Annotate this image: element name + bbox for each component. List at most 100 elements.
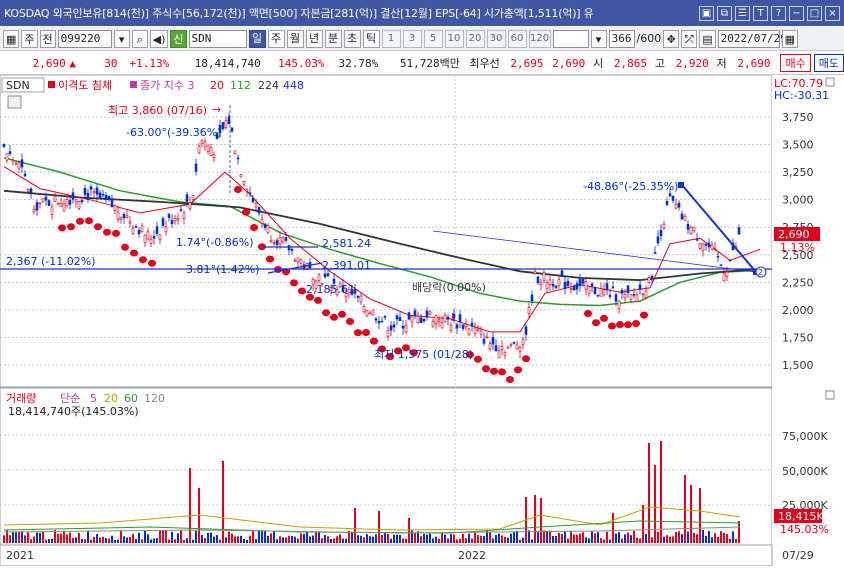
oversold-marker bbox=[632, 320, 640, 327]
period-second[interactable]: 초 bbox=[343, 29, 361, 48]
volume-bar bbox=[135, 538, 137, 543]
interval-60[interactable]: 60 bbox=[507, 29, 527, 48]
price-axis-label: 3,750 bbox=[782, 111, 814, 124]
prev-stock-button[interactable]: 전 bbox=[39, 29, 56, 48]
candle-body bbox=[635, 294, 639, 302]
interval-custom-input[interactable] bbox=[552, 29, 589, 48]
volume-bar bbox=[399, 535, 401, 543]
volume-bar bbox=[216, 535, 218, 543]
volume-bar bbox=[723, 532, 725, 543]
period-tick[interactable]: 틱 bbox=[362, 29, 380, 48]
volume-bar bbox=[210, 532, 212, 543]
left-level-annotation: 2,367 (-11.02%) bbox=[6, 255, 95, 268]
volume-bar bbox=[435, 536, 437, 543]
maximize-icon[interactable]: □ bbox=[807, 5, 822, 21]
text-icon[interactable]: T bbox=[753, 5, 768, 21]
candle-body bbox=[209, 147, 213, 156]
candle-body bbox=[71, 192, 75, 200]
volume-bar bbox=[684, 475, 686, 543]
speaker-icon[interactable]: ◀) bbox=[149, 29, 169, 48]
candle-body bbox=[569, 288, 573, 290]
chart-symbol: SDN bbox=[6, 79, 30, 92]
minimize-icon[interactable]: − bbox=[789, 5, 804, 21]
candle-body bbox=[704, 244, 708, 246]
close-icon[interactable]: × bbox=[825, 5, 840, 21]
buy-button[interactable]: 매수 bbox=[780, 54, 811, 72]
interval-120[interactable]: 120 bbox=[528, 29, 551, 48]
volume-bar bbox=[540, 498, 542, 543]
interval-1[interactable]: 1 bbox=[381, 29, 401, 48]
date-input[interactable]: 2022/07/29 bbox=[717, 29, 787, 48]
oversold-marker bbox=[624, 321, 632, 329]
candle-body bbox=[401, 325, 405, 329]
grid-icon[interactable]: ▦ bbox=[3, 29, 20, 48]
candle-body bbox=[482, 338, 486, 344]
stock-code-input[interactable]: 099220 bbox=[57, 29, 112, 48]
candle-body bbox=[527, 307, 531, 314]
oversold-marker bbox=[139, 256, 147, 264]
interval-20[interactable]: 20 bbox=[465, 29, 485, 48]
menu-icon[interactable]: ☰ bbox=[735, 5, 750, 21]
interval-3[interactable]: 3 bbox=[402, 29, 422, 48]
candle-body bbox=[248, 192, 252, 194]
candle-body bbox=[83, 188, 87, 195]
volume-bar bbox=[345, 538, 347, 543]
candle-body bbox=[473, 327, 477, 334]
volume-bar bbox=[531, 539, 533, 543]
sell-button[interactable]: 매도 bbox=[813, 54, 844, 72]
candle-body bbox=[140, 225, 144, 233]
candle-body bbox=[725, 271, 729, 277]
hc-value: HC:-30.31 bbox=[774, 89, 829, 102]
search-icon[interactable]: ⌕ bbox=[131, 29, 148, 48]
window-title: KOSDAQ 외국인보유[814(천)] 주식수[56,172(천)] 액면[5… bbox=[4, 7, 594, 20]
period-weekly[interactable]: 주 bbox=[267, 29, 285, 48]
candle-body bbox=[116, 211, 120, 220]
chart-settings-icon[interactable]: ✥ bbox=[663, 29, 680, 48]
interval-dropdown-icon[interactable]: ▾ bbox=[590, 29, 607, 48]
save-icon[interactable]: ▤ bbox=[699, 29, 716, 48]
volume-panel-close-icon[interactable] bbox=[825, 390, 835, 400]
chart-area[interactable]: SDN 이격도 침체 종가 지수 3 20 112 224 448 LC:70.… bbox=[0, 74, 844, 567]
help-icon[interactable]: ? bbox=[771, 5, 786, 21]
volume-bar bbox=[93, 536, 95, 543]
period-minute[interactable]: 분 bbox=[324, 29, 342, 48]
interval-5[interactable]: 5 bbox=[423, 29, 443, 48]
candle-body bbox=[545, 282, 549, 289]
link-icon[interactable]: ▣ bbox=[699, 5, 714, 21]
volume-bar bbox=[642, 505, 644, 543]
best-quote-label: 최우선 bbox=[469, 57, 500, 70]
copy-window-icon[interactable]: ⧉ bbox=[717, 5, 732, 21]
chart-svg[interactable]: SDN 이격도 침체 종가 지수 3 20 112 224 448 LC:70.… bbox=[0, 74, 844, 567]
candle-body bbox=[38, 202, 42, 205]
period-daily[interactable]: 일 bbox=[248, 29, 266, 48]
trendline-handle-top[interactable] bbox=[678, 182, 684, 188]
candle-body bbox=[92, 191, 96, 193]
volume-bar bbox=[579, 533, 581, 543]
interval-30[interactable]: 30 bbox=[486, 29, 506, 48]
calculator-icon[interactable] bbox=[7, 95, 22, 109]
code-dropdown-icon[interactable]: ▾ bbox=[113, 29, 130, 48]
current-price: 2,690 bbox=[32, 56, 66, 70]
interval-10[interactable]: 10 bbox=[444, 29, 464, 48]
up-arrow-icon: ▲ bbox=[69, 56, 76, 70]
volume-label: 거래량 bbox=[6, 392, 36, 405]
volume-bar bbox=[591, 531, 593, 543]
chart-tools-icon[interactable]: ⤱ bbox=[681, 29, 698, 48]
bar-count-input[interactable]: 366 bbox=[608, 29, 635, 48]
oversold-marker bbox=[474, 355, 482, 363]
candle-body bbox=[467, 328, 471, 335]
high-arrow-icon: → bbox=[212, 103, 221, 116]
period-monthly[interactable]: 월 bbox=[286, 29, 304, 48]
candle-body bbox=[374, 318, 378, 321]
candle-body bbox=[602, 289, 606, 295]
code-type-select[interactable]: 주 bbox=[21, 29, 38, 48]
price-panel-close-icon[interactable] bbox=[825, 77, 835, 87]
oversold-marker bbox=[242, 208, 250, 216]
stock-name-field[interactable]: SDN bbox=[188, 29, 247, 48]
calendar-icon[interactable]: ▦ bbox=[781, 29, 799, 48]
volume-bar bbox=[291, 535, 293, 543]
candle-body bbox=[113, 205, 117, 212]
period-yearly[interactable]: 년 bbox=[305, 29, 323, 48]
volume-bar bbox=[660, 441, 662, 543]
volume-bar bbox=[378, 511, 380, 543]
